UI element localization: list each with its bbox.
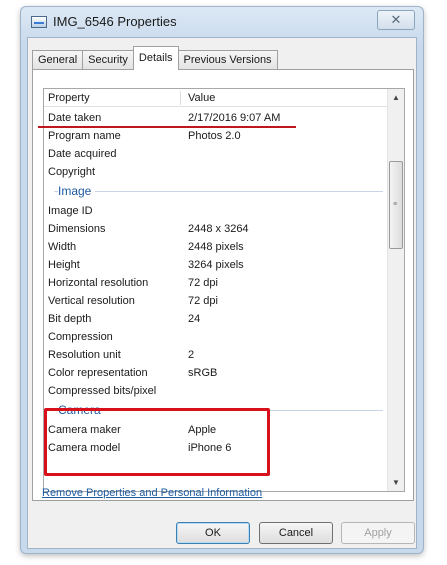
property-value: 2448 pixels (188, 241, 244, 253)
column-header-property[interactable]: Property (48, 89, 90, 107)
property-name: Compression (48, 331, 113, 343)
property-name: Height (48, 259, 80, 271)
property-name: Vertical resolution (48, 295, 135, 307)
property-value: 72 dpi (188, 277, 218, 289)
group-header-image: Image (44, 182, 389, 200)
list-item-height[interactable]: Height 3264 pixels (44, 256, 389, 274)
tab-details[interactable]: Details (132, 46, 179, 70)
cancel-button[interactable]: Cancel (259, 522, 333, 544)
list-item-horizontal-resolution[interactable]: Horizontal resolution 72 dpi (44, 274, 389, 292)
list-item-dimensions[interactable]: Dimensions 2448 x 3264 (44, 220, 389, 238)
column-header-value[interactable]: Value (188, 89, 215, 107)
list-item-image-id[interactable]: Image ID (44, 202, 389, 220)
title-bar[interactable]: IMG_6546 Properties ✕ (21, 7, 423, 37)
property-name: Color representation (48, 367, 148, 379)
property-value: sRGB (188, 367, 218, 379)
property-value: 2448 x 3264 (188, 223, 249, 235)
property-value: 24 (188, 313, 201, 325)
group-divider (54, 191, 383, 192)
property-name: Horizontal resolution (48, 277, 149, 289)
list-header: Property Value (44, 89, 389, 107)
list-item-date-acquired[interactable]: Date acquired (44, 145, 389, 163)
remove-properties-link[interactable]: Remove Properties and Personal Informati… (42, 487, 262, 499)
grip-icon: ≡ (393, 201, 398, 208)
list-item-bit-depth[interactable]: Bit depth 24 (44, 310, 389, 328)
property-value: 2 (188, 349, 195, 361)
property-value: 3264 pixels (188, 259, 244, 271)
list-item-resolution-unit[interactable]: Resolution unit 2 (44, 346, 389, 364)
property-name: Resolution unit (48, 349, 121, 361)
date-taken-annotation-underline (38, 126, 296, 128)
list-item-program-name[interactable]: Program name Photos 2.0 (44, 127, 389, 145)
window-title: IMG_6546 Properties (53, 14, 177, 29)
property-name: Program name (48, 130, 121, 142)
property-name: Bit depth (48, 313, 92, 325)
image-file-icon (31, 16, 47, 28)
property-name: Dimensions (48, 223, 106, 235)
close-button[interactable]: ✕ (377, 10, 415, 30)
property-value: 72 dpi (188, 295, 218, 307)
property-name: Width (48, 241, 77, 253)
tab-strip: General Security Details Previous Versio… (32, 46, 278, 70)
property-value: Photos 2.0 (188, 130, 241, 142)
ok-button[interactable]: OK (176, 522, 250, 544)
scroll-down-arrow-icon[interactable]: ▼ (388, 474, 404, 491)
list-item-copyright[interactable]: Copyright (44, 163, 389, 181)
tab-previous-versions[interactable]: Previous Versions (177, 50, 278, 70)
property-name: Date acquired (48, 148, 117, 160)
list-item-date-taken[interactable]: Date taken 2/17/2016 9:07 AM (44, 109, 389, 127)
scroll-up-arrow-icon[interactable]: ▲ (388, 89, 404, 106)
list-item-width[interactable]: Width 2448 pixels (44, 238, 389, 256)
list-item-color-representation[interactable]: Color representation sRGB (44, 364, 389, 382)
apply-button[interactable]: Apply (341, 522, 415, 544)
tab-general[interactable]: General (32, 50, 84, 70)
property-name: Image ID (48, 205, 93, 217)
group-label: Image (58, 182, 96, 200)
property-name: Date taken (48, 112, 102, 124)
property-name: Copyright (48, 166, 96, 178)
tab-security[interactable]: Security (82, 50, 134, 70)
list-item-compression[interactable]: Compression (44, 328, 389, 346)
scrollbar-thumb[interactable]: ≡ (389, 161, 403, 249)
property-name: Compressed bits/pixel (48, 385, 157, 397)
list-item-compressed-bits-per-pixel[interactable]: Compressed bits/pixel (44, 382, 389, 400)
camera-annotation-box (44, 408, 270, 476)
column-separator[interactable] (180, 91, 181, 105)
vertical-scrollbar[interactable]: ▲ ≡ ▼ (387, 89, 404, 491)
property-value: 2/17/2016 9:07 AM (188, 112, 281, 124)
list-item-vertical-resolution[interactable]: Vertical resolution 72 dpi (44, 292, 389, 310)
